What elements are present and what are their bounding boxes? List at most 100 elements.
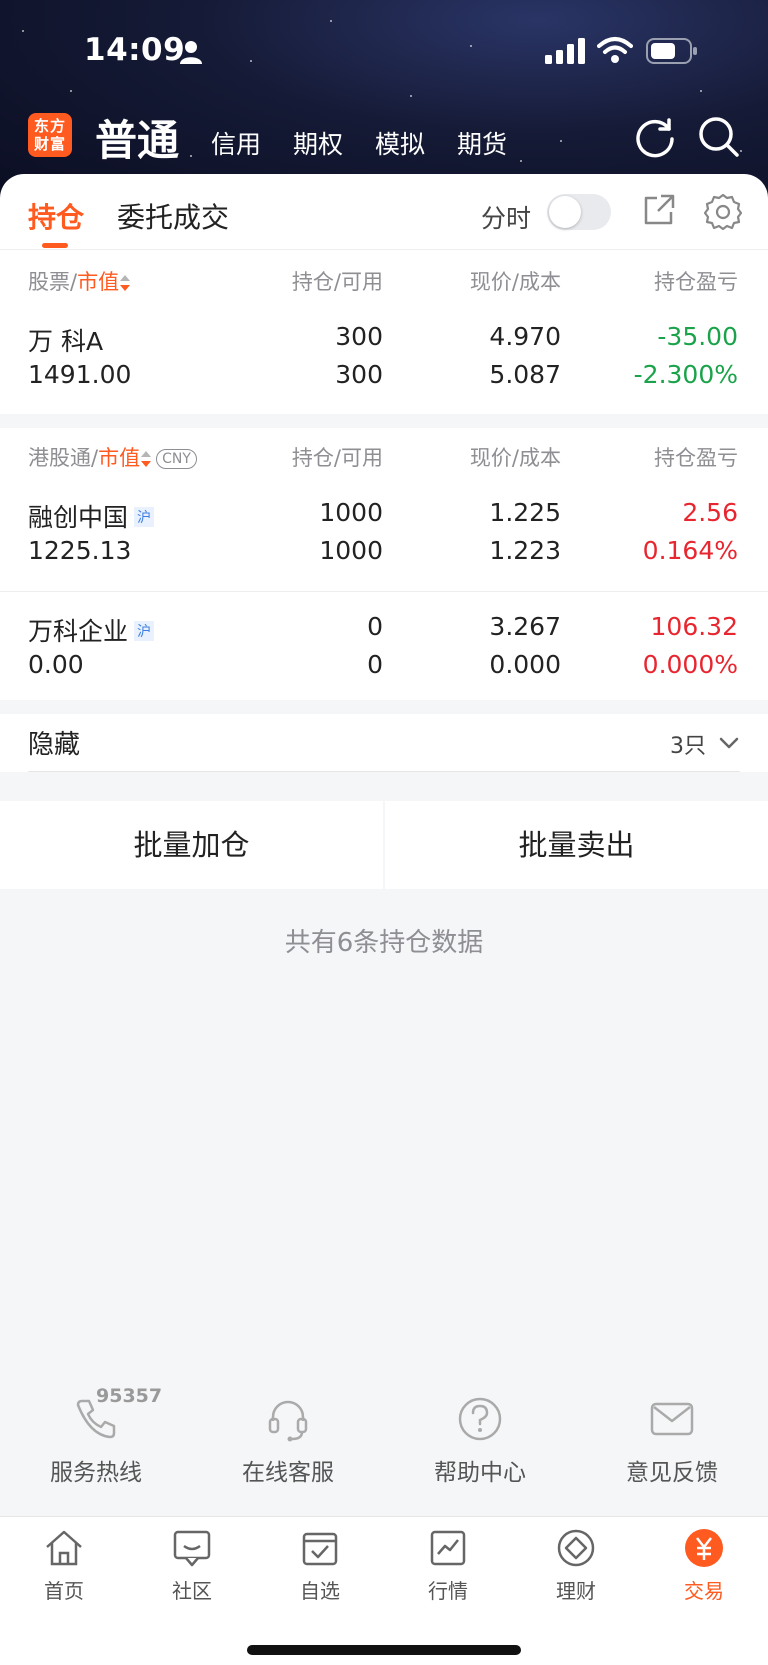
- mail-icon: [650, 1402, 694, 1436]
- pnl-percent: 0.000%: [642, 650, 738, 679]
- service-feedback[interactable]: 意见反馈: [576, 1395, 768, 1487]
- market-value: 1491.00: [28, 360, 132, 389]
- nav-futures[interactable]: 期货: [457, 125, 507, 161]
- tab-orders[interactable]: 委托成交: [117, 196, 229, 236]
- market-badge: 沪: [134, 507, 155, 527]
- hk-column-header: 港股通/市值 CNY 持仓/可用 现价/成本 持仓盈亏: [0, 428, 768, 478]
- share-icon[interactable]: [641, 192, 677, 228]
- bottom-tab-bar: 首页 社区 自选 行情 理财 交易: [0, 1516, 768, 1665]
- sort-market-value[interactable]: 市值: [77, 270, 119, 294]
- tabbar-wealth[interactable]: 理财: [512, 1527, 640, 1604]
- service-hotline[interactable]: 95357 服务热线: [0, 1385, 192, 1487]
- home-indicator[interactable]: [247, 1645, 521, 1655]
- tabbar-label: 理财: [556, 1579, 596, 1603]
- holding: 1000: [319, 498, 383, 527]
- fenshi-label: 分时: [481, 204, 532, 233]
- cost-price: 0.000: [489, 650, 561, 679]
- tabbar-label: 自选: [300, 1579, 340, 1603]
- sort-icon[interactable]: [119, 274, 131, 292]
- tabbar-market[interactable]: 行情: [384, 1527, 512, 1604]
- tabbar-community[interactable]: 社区: [128, 1527, 256, 1604]
- available: 300: [335, 360, 383, 389]
- home-icon: [46, 1530, 82, 1566]
- chevron-down-icon: [719, 737, 739, 749]
- tab-positions[interactable]: 持仓: [28, 196, 84, 236]
- search-icon[interactable]: [697, 115, 741, 159]
- gear-icon[interactable]: [704, 192, 742, 230]
- market-value: 1225.13: [28, 536, 132, 565]
- current-price: 3.267: [489, 612, 561, 641]
- market-icon: [430, 1530, 466, 1566]
- battery-icon: [646, 38, 697, 64]
- nav-ordinary[interactable]: 普通: [95, 107, 179, 168]
- pnl-amount: -35.00: [657, 322, 738, 351]
- wealth-icon: [557, 1529, 595, 1567]
- service-shortcuts: 95357 服务热线 在线客服 帮助中心 意见反馈: [0, 1385, 768, 1495]
- hk-connect-section: 港股通/市值 CNY 持仓/可用 现价/成本 持仓盈亏 融创中国沪 1225.13…: [0, 428, 768, 700]
- total-positions-text: 共有6条持仓数据: [284, 928, 484, 958]
- service-online-support[interactable]: 在线客服: [192, 1395, 384, 1487]
- cost-price: 5.087: [489, 360, 561, 389]
- col-position: 持仓/可用: [291, 446, 383, 470]
- tabbar-label: 行情: [428, 1579, 468, 1603]
- col-price: 现价/成本: [469, 270, 561, 294]
- currency-badge[interactable]: CNY: [156, 449, 197, 469]
- col-hk-stock: 港股通: [28, 446, 91, 470]
- wifi-icon: [597, 37, 633, 63]
- col-price: 现价/成本: [469, 446, 561, 470]
- app-logo[interactable]: 东方 财富: [28, 113, 72, 157]
- sort-market-value[interactable]: 市值: [98, 446, 140, 470]
- community-icon: [173, 1530, 211, 1567]
- status-bar: 14:09: [0, 0, 768, 100]
- pnl-amount: 2.56: [682, 498, 738, 527]
- refresh-icon[interactable]: [633, 115, 677, 159]
- tabbar-label: 社区: [172, 1579, 212, 1603]
- service-label: 帮助中心: [434, 1460, 526, 1486]
- table-row[interactable]: 万 科A 1491.00 300 300 4.970 5.087 -35.00 …: [0, 302, 768, 406]
- watchlist-icon: [302, 1532, 338, 1566]
- batch-sell-button[interactable]: 批量卖出: [385, 801, 768, 889]
- pnl-amount: 106.32: [650, 612, 738, 641]
- hidden-count: 3只: [670, 734, 706, 759]
- batch-add-button[interactable]: 批量加仓: [0, 801, 383, 889]
- stock-name: 融创中国: [28, 503, 129, 532]
- fenshi-toggle[interactable]: [547, 194, 611, 230]
- positions-card: 持仓 委托成交 分时 股票/市值 持仓/可用 现价/成本 持仓盈亏 万 科A 1…: [0, 174, 768, 414]
- current-price: 1.225: [489, 498, 561, 527]
- table-row[interactable]: 融创中国沪 1225.13 1000 1000 1.225 1.223 2.56…: [0, 478, 768, 582]
- nav-simulate[interactable]: 模拟: [375, 125, 425, 161]
- tab-active-indicator: [42, 243, 68, 248]
- available: 0: [367, 650, 383, 679]
- tabbar-label: 首页: [44, 1579, 84, 1603]
- headset-icon: [268, 1400, 308, 1442]
- col-stock: 股票: [28, 270, 70, 294]
- tabbar-watchlist[interactable]: 自选: [256, 1527, 384, 1604]
- service-help-center[interactable]: 帮助中心: [384, 1395, 576, 1487]
- available: 1000: [319, 536, 383, 565]
- market-value: 0.00: [28, 650, 84, 679]
- position-tabs: 持仓 委托成交 分时: [0, 174, 768, 250]
- holding: 0: [367, 612, 383, 641]
- sort-icon[interactable]: [140, 450, 152, 468]
- help-icon: [458, 1397, 502, 1441]
- col-position: 持仓/可用: [291, 270, 383, 294]
- person-icon: [180, 41, 202, 64]
- col-pnl: 持仓盈亏: [654, 446, 738, 470]
- service-label: 意见反馈: [626, 1460, 718, 1486]
- table-row[interactable]: 万科企业沪 0.00 0 0 3.267 0.000 106.32 0.000%: [0, 592, 768, 696]
- service-label: 在线客服: [242, 1460, 334, 1486]
- stock-name: 万科企业: [28, 617, 129, 646]
- a-share-column-header: 股票/市值 持仓/可用 现价/成本 持仓盈亏: [0, 252, 768, 302]
- tabbar-home[interactable]: 首页: [0, 1527, 128, 1604]
- tabbar-label: 交易: [684, 1579, 724, 1603]
- nav-credit[interactable]: 信用: [211, 125, 261, 161]
- hotline-number: 95357: [96, 1385, 163, 1407]
- pnl-percent: -2.300%: [633, 360, 738, 389]
- trade-icon: [685, 1529, 723, 1567]
- nav-options[interactable]: 期权: [293, 125, 343, 161]
- market-badge: 沪: [134, 621, 155, 641]
- status-time: 14:09: [84, 32, 186, 68]
- hidden-label: 隐藏: [28, 730, 81, 760]
- hidden-positions-row[interactable]: 隐藏 3只: [0, 714, 768, 772]
- tabbar-trade[interactable]: 交易: [640, 1527, 768, 1604]
